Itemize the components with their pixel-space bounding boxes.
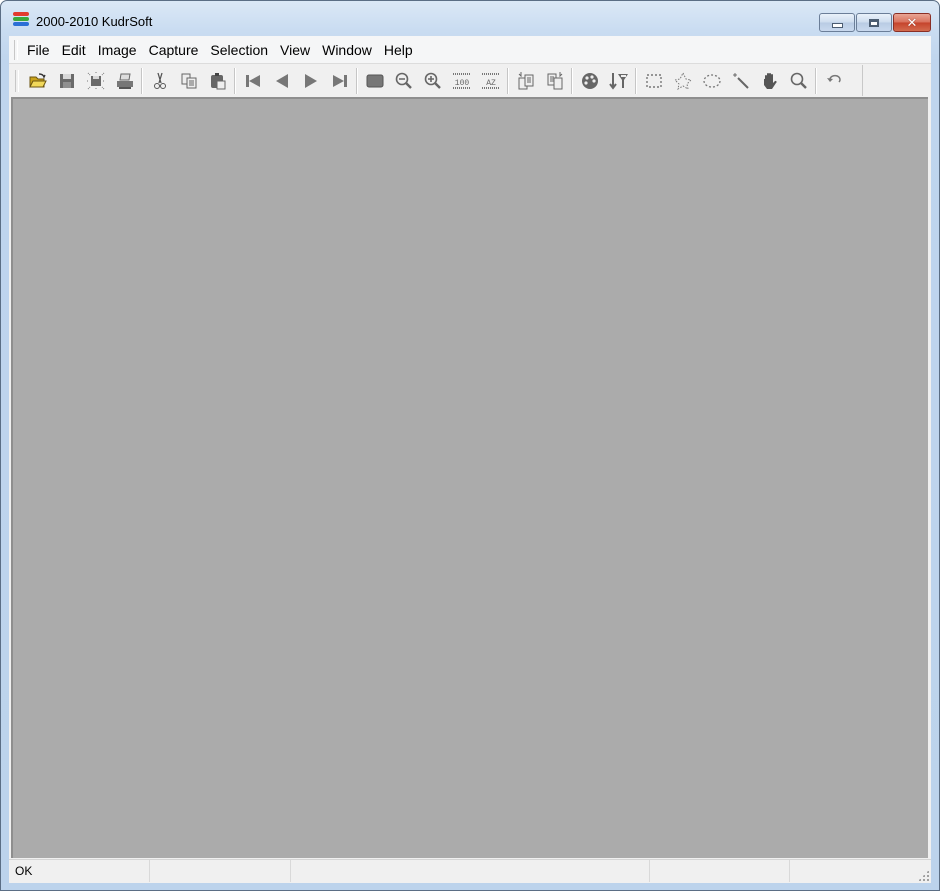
zoom-out-button[interactable] bbox=[389, 68, 418, 94]
magic-wand-button[interactable] bbox=[726, 68, 755, 94]
actual-size-button[interactable]: 100 bbox=[447, 68, 476, 94]
export-pages-icon bbox=[547, 71, 562, 89]
status-pane-4 bbox=[650, 860, 790, 882]
workspace-area[interactable] bbox=[11, 97, 928, 858]
window-title: 2000-2010 KudrSoft bbox=[36, 14, 153, 29]
magnifier-icon bbox=[790, 72, 807, 89]
undo-icon bbox=[826, 74, 841, 83]
previous-icon bbox=[275, 73, 288, 88]
ellipse-select-button[interactable] bbox=[697, 68, 726, 94]
print-button[interactable] bbox=[110, 68, 139, 94]
toolbar-separator bbox=[141, 67, 143, 94]
title-bar[interactable]: 2000-2010 KudrSoft ✕ bbox=[1, 1, 939, 36]
paste-button[interactable] bbox=[203, 68, 232, 94]
copy-button[interactable] bbox=[174, 68, 203, 94]
polygon-select-button[interactable] bbox=[668, 68, 697, 94]
palette-button[interactable] bbox=[575, 68, 604, 94]
toolbar-grip[interactable] bbox=[15, 69, 19, 92]
last-icon bbox=[332, 74, 347, 87]
menu-file[interactable]: File bbox=[21, 41, 56, 59]
status-bar: OK bbox=[9, 859, 931, 883]
open-folder-icon bbox=[28, 72, 47, 87]
copy-icon bbox=[181, 73, 196, 88]
menu-edit[interactable]: Edit bbox=[56, 41, 92, 59]
actual-size-100-icon: 100 bbox=[452, 72, 471, 89]
polygon-select-icon bbox=[673, 71, 692, 90]
next-button[interactable] bbox=[296, 68, 325, 94]
export-pages-button[interactable] bbox=[540, 68, 569, 94]
toolbar-separator bbox=[571, 67, 573, 94]
fit-window-icon bbox=[366, 74, 383, 87]
toolbar-separator bbox=[356, 67, 358, 94]
status-pane-2 bbox=[150, 860, 291, 882]
previous-button[interactable] bbox=[267, 68, 296, 94]
zoom-in-icon bbox=[424, 72, 441, 89]
auto-zoom-label: AZ bbox=[486, 79, 496, 88]
menu-view[interactable]: View bbox=[274, 41, 316, 59]
zoom-out-icon bbox=[395, 72, 412, 89]
fit-window-button[interactable] bbox=[360, 68, 389, 94]
first-icon bbox=[245, 74, 260, 87]
actual-size-label: 100 bbox=[454, 79, 469, 88]
rectangle-select-icon bbox=[645, 73, 662, 88]
maximize-button[interactable] bbox=[856, 13, 892, 32]
cut-icon bbox=[153, 72, 166, 89]
menu-window[interactable]: Window bbox=[316, 41, 378, 59]
toolbar-separator bbox=[815, 67, 817, 94]
maximize-icon bbox=[869, 18, 879, 27]
status-pane-3 bbox=[291, 860, 650, 882]
import-pages-icon bbox=[518, 71, 533, 89]
menu-selection[interactable]: Selection bbox=[204, 41, 274, 59]
status-pane-message: OK bbox=[9, 860, 150, 882]
auto-zoom-az-icon: AZ bbox=[481, 72, 500, 89]
auto-zoom-button[interactable]: AZ bbox=[476, 68, 505, 94]
client-area: File Edit Image Capture Selection View W… bbox=[9, 36, 931, 883]
app-icon-bar-red bbox=[13, 12, 29, 16]
ellipse-select-icon bbox=[702, 73, 721, 88]
status-pane-5 bbox=[790, 860, 931, 882]
palette-icon bbox=[581, 72, 598, 89]
next-icon bbox=[304, 73, 317, 88]
save-button[interactable] bbox=[52, 68, 81, 94]
save-icon bbox=[59, 73, 74, 88]
menu-help[interactable]: Help bbox=[378, 41, 419, 59]
minimize-button[interactable] bbox=[819, 13, 855, 32]
save-selection-button[interactable] bbox=[81, 68, 110, 94]
undo-button[interactable] bbox=[819, 68, 848, 94]
app-window: 2000-2010 KudrSoft ✕ File Edit Image Cap… bbox=[0, 0, 940, 891]
hand-pan-button[interactable] bbox=[755, 68, 784, 94]
hand-pan-icon bbox=[763, 72, 777, 89]
zoom-in-button[interactable] bbox=[418, 68, 447, 94]
sort-filter-icon bbox=[608, 72, 628, 90]
paste-icon bbox=[210, 72, 225, 89]
app-icon bbox=[13, 12, 29, 28]
magic-wand-icon bbox=[732, 72, 749, 89]
menu-bar-grip[interactable] bbox=[14, 40, 18, 60]
magnifier-button[interactable] bbox=[784, 68, 813, 94]
menu-capture[interactable]: Capture bbox=[143, 41, 205, 59]
caption-buttons: ✕ bbox=[818, 13, 931, 32]
main-toolbar: 100 AZ bbox=[13, 65, 863, 96]
app-icon-bar-blue bbox=[13, 22, 29, 26]
menu-bar: File Edit Image Capture Selection View W… bbox=[9, 36, 931, 64]
last-button[interactable] bbox=[325, 68, 354, 94]
close-button[interactable]: ✕ bbox=[893, 13, 931, 32]
import-pages-button[interactable] bbox=[511, 68, 540, 94]
open-button[interactable] bbox=[23, 68, 52, 94]
first-button[interactable] bbox=[238, 68, 267, 94]
toolbar-separator bbox=[507, 67, 509, 94]
cut-button[interactable] bbox=[145, 68, 174, 94]
toolbar-separator bbox=[635, 67, 637, 94]
app-icon-bar-green bbox=[13, 17, 29, 21]
close-icon: ✕ bbox=[906, 15, 918, 30]
sort-filter-button[interactable] bbox=[604, 68, 633, 94]
save-selection-icon bbox=[86, 71, 105, 90]
toolbar-row: 100 AZ bbox=[9, 64, 931, 97]
toolbar-separator bbox=[234, 67, 236, 94]
menu-image[interactable]: Image bbox=[92, 41, 143, 59]
minimize-icon bbox=[831, 22, 843, 28]
rectangle-select-button[interactable] bbox=[639, 68, 668, 94]
print-icon bbox=[116, 73, 133, 89]
